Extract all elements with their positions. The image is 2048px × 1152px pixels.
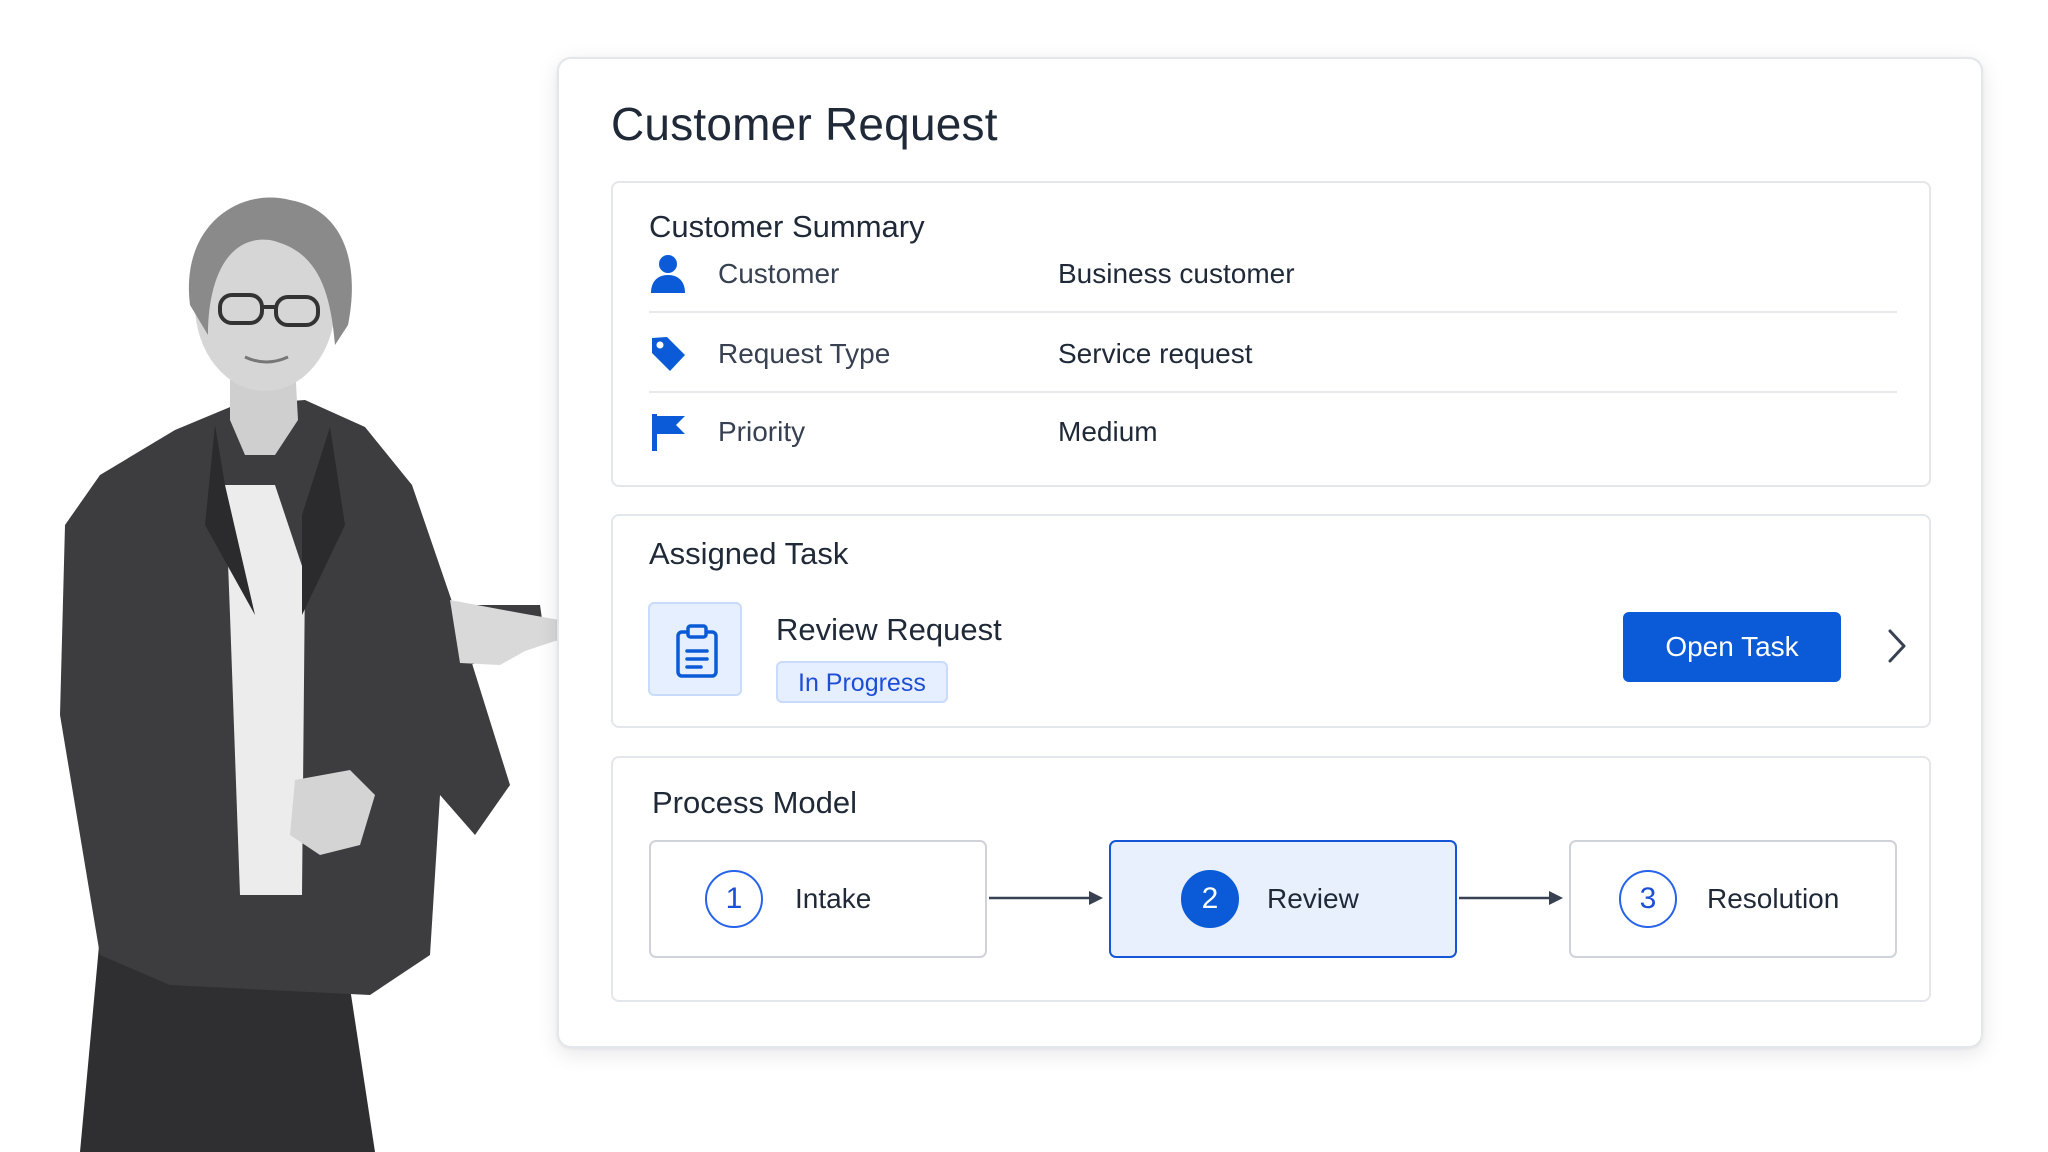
customer-request-card: Customer Request Customer Summary Custom… xyxy=(557,57,1983,1048)
open-task-button[interactable]: Open Task xyxy=(1623,612,1841,682)
process-model-panel: Process Model 1 Intake 2 Review 3 Resolu… xyxy=(611,756,1931,1002)
assigned-task-title: Assigned Task xyxy=(649,536,849,571)
process-step-review[interactable]: 2 Review xyxy=(1109,840,1457,958)
request-type-value: Service request xyxy=(1058,338,1253,369)
assigned-task-panel: Assigned Task Review Request In Progress… xyxy=(611,514,1931,728)
status-badge: In Progress xyxy=(776,661,948,703)
process-model-title: Process Model xyxy=(652,785,858,820)
summary-row-request-type: Request Type Service request xyxy=(649,315,1897,393)
flag-icon xyxy=(649,412,687,452)
customer-label: Customer xyxy=(718,258,840,289)
step-number: 3 xyxy=(1619,870,1677,928)
summary-row-customer: Customer Business customer xyxy=(649,235,1897,313)
page-title: Customer Request xyxy=(611,98,998,150)
arrow-right-icon xyxy=(989,888,1105,908)
step-number: 2 xyxy=(1181,870,1239,928)
person-icon xyxy=(649,254,687,294)
priority-label: Priority xyxy=(718,416,806,447)
step-label: Intake xyxy=(795,883,872,914)
step-label: Review xyxy=(1267,883,1359,914)
task-icon-box xyxy=(648,602,742,696)
priority-value: Medium xyxy=(1058,416,1158,447)
request-type-label: Request Type xyxy=(718,338,891,369)
person-illustration xyxy=(40,195,600,1152)
clipboard-icon xyxy=(676,624,718,678)
process-step-intake[interactable]: 1 Intake xyxy=(649,840,987,958)
arrow-right-icon xyxy=(1459,888,1565,908)
process-step-resolution[interactable]: 3 Resolution xyxy=(1569,840,1897,958)
tag-icon xyxy=(649,334,687,374)
step-number: 1 xyxy=(705,870,763,928)
customer-summary-panel: Customer Summary Customer Business custo… xyxy=(611,181,1931,487)
customer-value: Business customer xyxy=(1058,258,1295,289)
step-label: Resolution xyxy=(1707,883,1840,914)
task-name[interactable]: Review Request xyxy=(776,612,1002,648)
summary-row-priority: Priority Medium xyxy=(649,393,1897,471)
chevron-right-icon[interactable] xyxy=(1883,627,1911,665)
